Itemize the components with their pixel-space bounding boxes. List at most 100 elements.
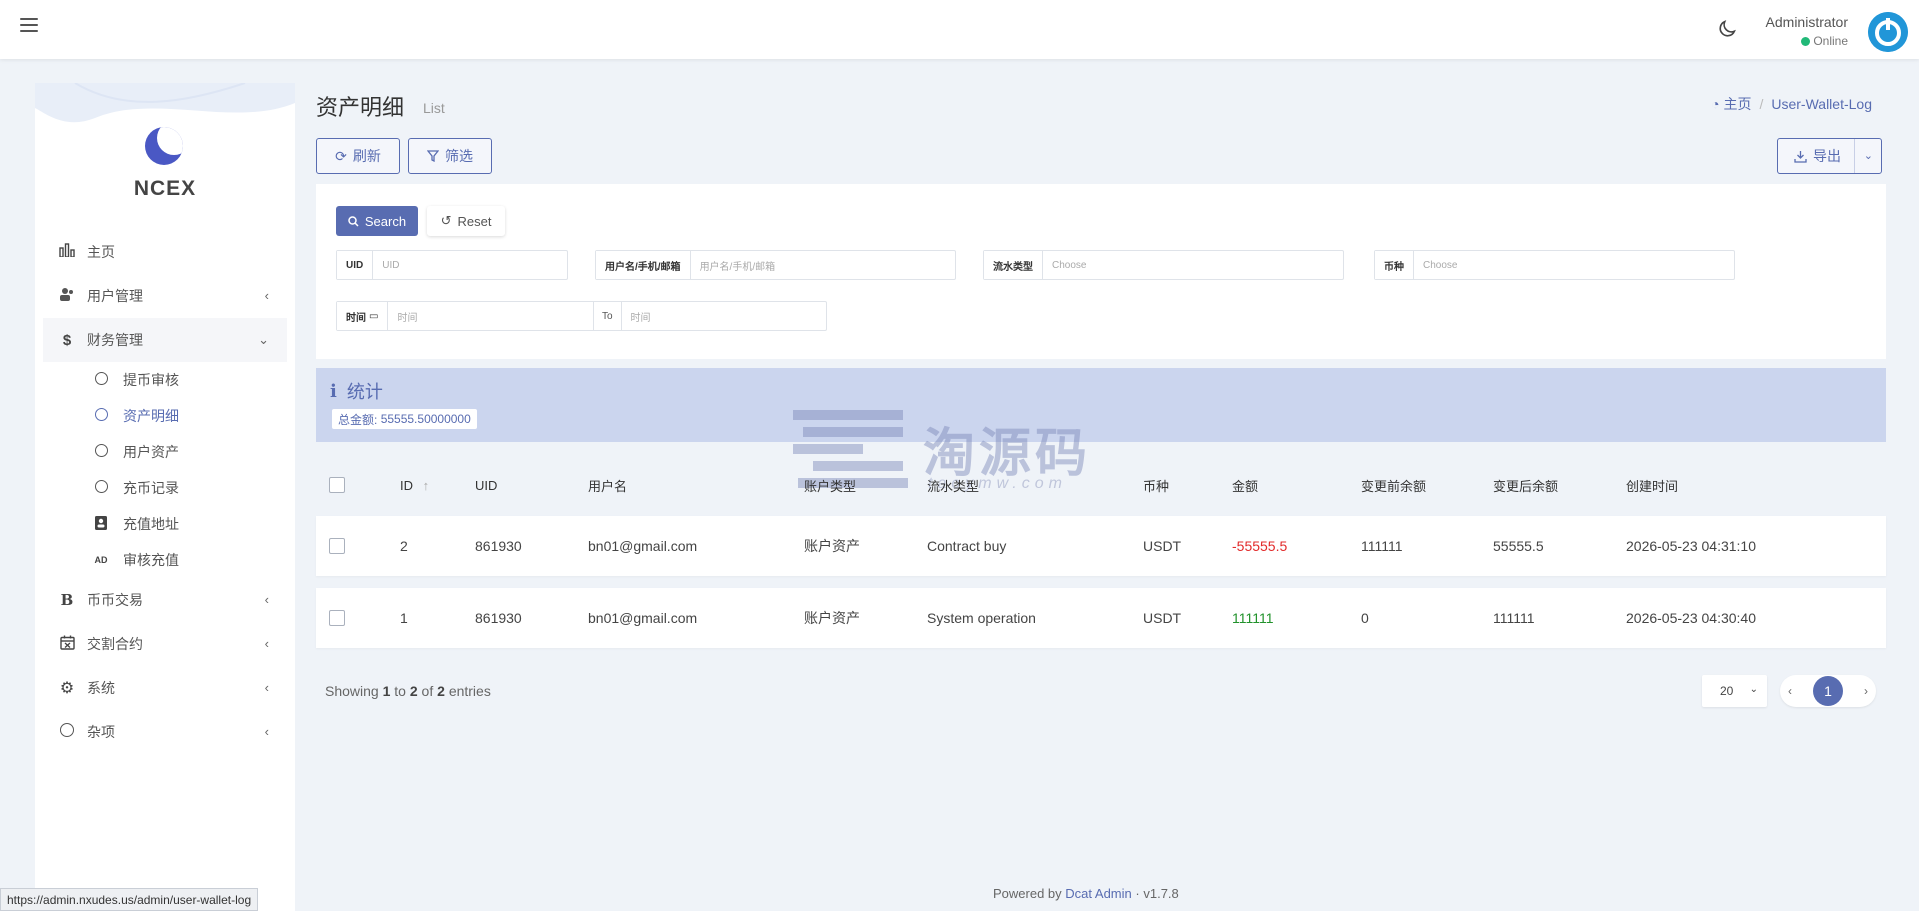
sidebar-item-spot-trade[interactable]: B 币币交易 ‹	[35, 578, 295, 622]
ncex-logo-icon	[145, 127, 183, 165]
sidebar-item-users[interactable]: 用户管理 ‹	[35, 274, 295, 318]
sidebar-item-label: 主页	[87, 244, 115, 260]
cell-flow-type: Contract buy	[927, 538, 1007, 554]
coin-filter: 币种 Choose	[1374, 250, 1735, 280]
dashboard-icon: ◔	[1711, 96, 1720, 112]
bitcoin-icon: B	[60, 591, 74, 609]
time-end-input[interactable]: 时间	[622, 302, 827, 330]
sidebar-subitem-deposit-records[interactable]: 充币记录	[35, 470, 295, 506]
column-header-coin: 币种	[1143, 478, 1170, 494]
filter-label: 用户名/手机/邮箱	[596, 251, 691, 279]
export-divider	[1854, 139, 1855, 173]
prev-page-icon[interactable]: ‹	[1788, 684, 1792, 698]
info-icon: i	[330, 380, 337, 402]
time-start-input[interactable]: 时间	[388, 302, 593, 330]
cell-id: 2	[400, 538, 408, 554]
table-row[interactable]: 2 861930 bn01@gmail.com 账户资产 Contract bu…	[316, 516, 1886, 576]
filter-label: 流水类型	[984, 251, 1043, 279]
table-row[interactable]: 1 861930 bn01@gmail.com 账户资产 System oper…	[316, 588, 1886, 648]
cell-account-type: 账户资产	[804, 538, 860, 554]
ad-icon: AD	[94, 555, 108, 565]
cell-created-at: 2026-05-23 04:30:40	[1626, 610, 1756, 626]
user-name: Administrator	[1765, 14, 1848, 30]
row-checkbox[interactable]	[329, 538, 345, 554]
undo-icon: ↺	[440, 213, 452, 228]
next-page-icon[interactable]: ›	[1864, 684, 1868, 698]
cell-username: bn01@gmail.com	[588, 610, 698, 626]
refresh-button[interactable]: ⟳ 刷新	[316, 138, 400, 174]
breadcrumb-home[interactable]: ◔ 主页	[1711, 94, 1751, 114]
cell-id: 1	[400, 610, 408, 626]
sidebar-item-home[interactable]: 主页	[35, 230, 295, 274]
filter-button[interactable]: 筛选	[408, 138, 492, 174]
online-dot-icon	[1801, 37, 1811, 46]
circle-icon	[93, 372, 109, 388]
cell-amount: 111111	[1232, 610, 1274, 626]
cell-coin: USDT	[1143, 610, 1182, 626]
sidebar-item-finance[interactable]: $ 财务管理 ⌄	[43, 318, 287, 362]
dollar-icon: $	[62, 331, 72, 349]
dcat-admin-link[interactable]: Dcat Admin	[1065, 886, 1131, 901]
chevron-left-icon: ‹	[264, 724, 269, 739]
contact-icon	[93, 515, 109, 533]
sidebar-item-label: 充值地址	[123, 516, 179, 532]
sidebar-item-system[interactable]: ⚙ 系统 ‹	[35, 666, 295, 710]
sidebar-item-delivery-contract[interactable]: 交割合约 ‹	[35, 622, 295, 666]
column-header-before-balance: 变更前余额	[1361, 478, 1427, 494]
refresh-icon: ⟳	[335, 147, 347, 164]
chevron-left-icon: ‹	[264, 636, 269, 651]
sidebar-item-label: 财务管理	[87, 332, 143, 348]
circle-icon	[93, 444, 109, 460]
sidebar-item-label: 交割合约	[87, 636, 143, 652]
sidebar-subitem-review-deposit[interactable]: AD 审核充值	[35, 542, 295, 578]
select-all-checkbox[interactable]	[329, 477, 345, 493]
sidebar-item-label: 提币审核	[123, 372, 179, 388]
gear-icon: ⚙	[59, 680, 75, 697]
search-button[interactable]: Search	[336, 206, 418, 236]
cell-amount: -55555.5	[1232, 538, 1288, 554]
export-button[interactable]: 导出 ⌄	[1777, 138, 1882, 174]
sidebar-item-label: 用户资产	[123, 444, 179, 460]
dark-mode-moon-icon[interactable]	[1716, 18, 1738, 40]
breadcrumb-separator: /	[1759, 96, 1764, 112]
sidebar-item-misc[interactable]: 杂项 ‹	[35, 710, 295, 754]
filter-label: 币种	[1375, 251, 1414, 279]
coin-select[interactable]: Choose	[1414, 251, 1734, 279]
user-menu[interactable]: Administrator Online	[1760, 12, 1908, 52]
sidebar-item-label: 充币记录	[123, 480, 179, 496]
page-button-current[interactable]: 1	[1813, 676, 1843, 706]
sidebar-subitem-withdraw-review[interactable]: 提币审核	[35, 362, 295, 398]
sidebar-subitem-asset-detail[interactable]: 资产明细	[35, 398, 295, 434]
chevron-down-icon: ⌄	[1749, 684, 1758, 695]
sidebar-item-label: 资产明细	[123, 408, 179, 424]
reset-button[interactable]: ↺ Reset	[427, 206, 505, 236]
user-input[interactable]: 用户名/手机/邮箱	[691, 251, 955, 279]
hamburger-menu-icon[interactable]	[20, 18, 38, 34]
chevron-left-icon: ‹	[264, 680, 269, 695]
column-header-id[interactable]: ID ↑	[400, 478, 429, 493]
cell-account-type: 账户资产	[804, 610, 860, 626]
pagination: ‹ 1 ›	[1780, 675, 1876, 707]
user-filter: 用户名/手机/邮箱 用户名/手机/邮箱	[595, 250, 956, 280]
footer: Powered by Dcat Admin · v1.7.8	[993, 886, 1179, 901]
per-page-select[interactable]: 20 ⌄	[1702, 675, 1767, 707]
user-status: Online	[1801, 34, 1848, 48]
sidebar-subitem-deposit-address[interactable]: 充值地址	[35, 506, 295, 542]
total-amount-badge: 总金额: 55555.50000000	[332, 409, 477, 429]
page-title: 资产明细	[316, 95, 405, 120]
flow-type-select[interactable]: Choose	[1043, 251, 1343, 279]
column-header-username: 用户名	[588, 478, 628, 494]
finance-submenu: 提币审核 资产明细 用户资产 充币记录 充值地址 AD 审核充值	[35, 362, 295, 578]
showing-entries-text: Showing 1 to 2 of 2 entries	[325, 683, 491, 699]
sidebar-subitem-user-assets[interactable]: 用户资产	[35, 434, 295, 470]
chevron-down-icon[interactable]: ⌄	[1864, 149, 1873, 162]
sort-arrow-icon[interactable]: ↑	[423, 478, 430, 493]
breadcrumb-current[interactable]: User-Wallet-Log	[1771, 96, 1872, 112]
download-icon	[1794, 150, 1807, 163]
flow-type-filter: 流水类型 Choose	[983, 250, 1344, 280]
row-checkbox[interactable]	[329, 610, 345, 626]
column-header-amount: 金额	[1232, 478, 1259, 494]
logo-text: NCEX	[133, 177, 197, 200]
avatar[interactable]	[1868, 12, 1908, 52]
uid-input[interactable]: UID	[373, 251, 567, 279]
